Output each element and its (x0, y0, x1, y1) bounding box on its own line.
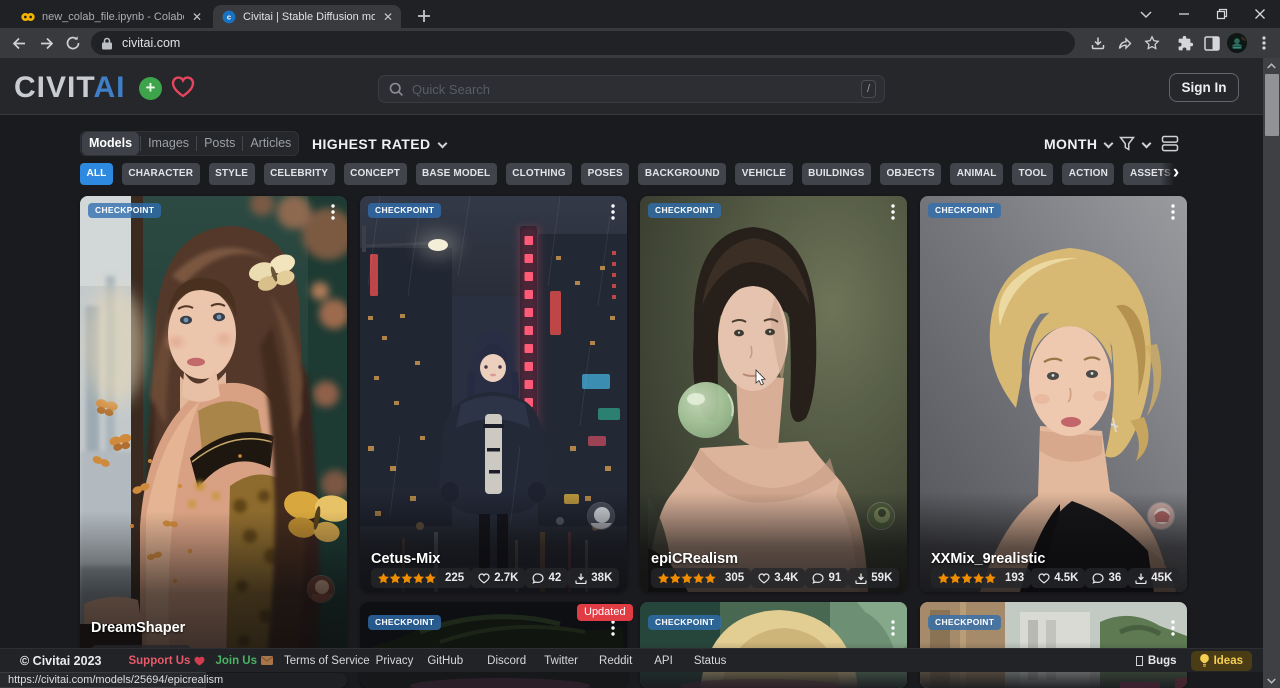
svg-text:c: c (227, 12, 231, 21)
